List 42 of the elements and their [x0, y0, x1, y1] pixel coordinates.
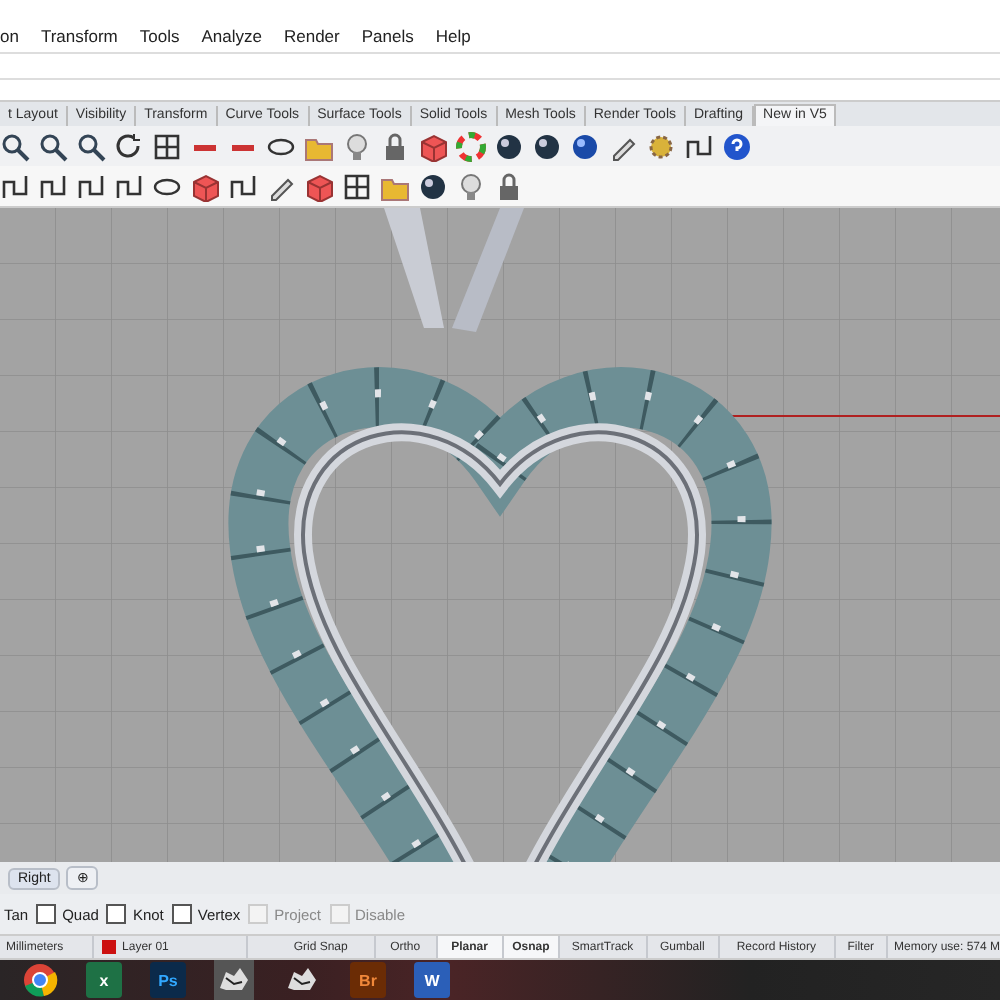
curve-icon[interactable] — [114, 171, 144, 201]
box-icon[interactable] — [304, 171, 334, 201]
zoom-icon[interactable] — [76, 131, 106, 161]
layer-color-swatch[interactable] — [102, 940, 117, 954]
bluesphere-icon[interactable] — [570, 131, 600, 161]
menu-item[interactable]: Transform — [40, 26, 118, 52]
menu-item[interactable]: Render — [283, 26, 340, 52]
sphere-icon[interactable] — [494, 131, 524, 161]
menu-item[interactable]: Analyze — [201, 26, 262, 52]
lock-icon[interactable] — [494, 171, 524, 201]
menu-item[interactable]: Help — [435, 26, 471, 52]
menu-item[interactable]: Panels — [361, 26, 414, 52]
zoom-icon[interactable] — [0, 131, 30, 161]
gear-icon[interactable] — [646, 131, 676, 161]
box-icon[interactable] — [418, 131, 448, 161]
box-icon[interactable] — [190, 171, 220, 201]
lock-icon[interactable] — [380, 131, 410, 161]
wheel-icon[interactable] — [456, 131, 486, 161]
curve-icon[interactable] — [0, 171, 30, 201]
sphere-icon[interactable] — [418, 171, 448, 201]
bulb-icon[interactable] — [342, 131, 372, 161]
word-icon[interactable]: W — [414, 962, 450, 998]
grid-icon[interactable] — [342, 171, 372, 201]
grid-icon[interactable] — [152, 131, 182, 161]
zoom-icon[interactable] — [38, 131, 68, 161]
curve-icon[interactable] — [228, 171, 258, 201]
curve-icon[interactable] — [76, 171, 106, 201]
bulb-icon[interactable] — [456, 171, 486, 201]
photoshop-icon[interactable]: Ps — [150, 962, 186, 998]
rotate-icon[interactable] — [114, 131, 144, 161]
sphere-icon[interactable] — [532, 131, 562, 161]
curve-icon[interactable] — [38, 171, 68, 201]
help-icon[interactable] — [722, 131, 752, 161]
bridge-icon[interactable]: Br — [350, 962, 386, 998]
curve-icon[interactable] — [684, 131, 714, 161]
checkbox[interactable] — [36, 904, 57, 924]
menu-item[interactable]: on — [0, 26, 19, 52]
checkbox[interactable] — [171, 904, 192, 924]
checkbox[interactable] — [106, 904, 127, 924]
excel-icon[interactable]: x — [86, 962, 122, 998]
menu-item[interactable]: Tools — [139, 26, 180, 52]
chrome-icon[interactable] — [22, 962, 58, 998]
